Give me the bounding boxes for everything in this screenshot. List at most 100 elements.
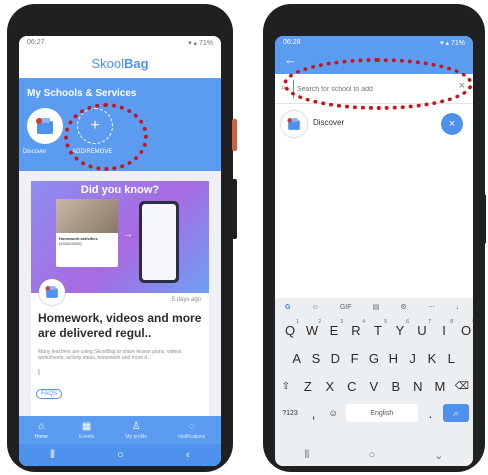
space-key[interactable]: English (345, 404, 418, 422)
gif-button[interactable]: GIF (340, 304, 352, 311)
backspace-key[interactable]: ⌫ (455, 372, 469, 400)
right-home-nav-icon[interactable]: ○ (368, 449, 375, 461)
key-wrapper: O9 (455, 316, 473, 344)
card-heading: Did you know? (80, 184, 160, 196)
key-wrapper: I8 (433, 316, 455, 344)
key-m[interactable]: M (429, 372, 451, 400)
key-wrapper: T5 (367, 316, 389, 344)
google-icon[interactable]: G (285, 304, 290, 311)
tab-notifications-label: Notifications (178, 433, 206, 440)
key-s[interactable]: S (306, 344, 325, 372)
keyboard-hide-icon[interactable]: ⌄ (434, 449, 443, 462)
status-bar: 06:27 ▾ ▴ 71% (19, 36, 221, 50)
keyboard-toolbar: G ☺ GIF ▤ ⚙ ⋯ ♩ (275, 298, 473, 316)
key-x[interactable]: X (319, 372, 341, 400)
clipboard-icon[interactable]: ▤ (373, 303, 380, 311)
discover-tile[interactable] (27, 108, 63, 144)
right-system-nav-bar: ⦀ ○ ⌄ (275, 444, 473, 466)
profile-icon: ♙ (131, 420, 141, 432)
tab-events-label: Events (79, 433, 95, 440)
symbols-key[interactable]: ?123 (279, 399, 301, 427)
back-icon[interactable]: ‹ (186, 449, 190, 461)
discover-tile-label: Discover (23, 149, 47, 155)
discover-avatar-icon (45, 286, 58, 298)
left-screen: 06:27 ▾ ▴ 71% SkoolBag My Schools & Serv… (19, 36, 221, 466)
faqs-tag[interactable]: FAQS (36, 389, 63, 399)
thumbnail-date: (19/02/2020) (59, 241, 82, 246)
period-key[interactable]: . (423, 399, 437, 427)
key-wrapper: E3 (323, 316, 345, 344)
result-label: Discover (313, 118, 345, 127)
section-title: My Schools & Services (27, 88, 137, 99)
search-result-item[interactable]: Discover × (275, 108, 473, 140)
tab-profile[interactable]: ♙ My profile (125, 421, 147, 440)
feed-area: Did you know? Homework activities (19/02… (19, 171, 221, 444)
app-logo: SkoolBag (19, 56, 221, 71)
shift-key[interactable]: ⇧ (279, 372, 293, 400)
discover-icon (36, 118, 53, 134)
more-icon[interactable]: ⋯ (428, 303, 435, 311)
key-wrapper: R4 (345, 316, 367, 344)
logo-text-b: Bag (123, 56, 149, 71)
status-time: 06:27 (27, 39, 45, 46)
thumbnail-photo (56, 199, 118, 233)
key-hint: 1 (296, 319, 299, 325)
key-f[interactable]: F (345, 344, 364, 372)
key-d[interactable]: D (326, 344, 345, 372)
key-hint: 7 (428, 319, 431, 325)
tab-profile-label: My profile (125, 433, 148, 440)
key-n[interactable]: N (407, 372, 429, 400)
comma-key[interactable]: , (307, 399, 321, 427)
tab-home[interactable]: ⌂ Home (35, 421, 48, 440)
settings-icon[interactable]: ⚙ (400, 303, 406, 311)
keyboard-row-2: ASDFGHJKL (275, 344, 473, 372)
bottom-tab-bar: ⌂ Home ▦ Events ♙ My profile ◌ Notificat… (19, 416, 221, 444)
key-a[interactable]: A (287, 344, 306, 372)
key-b[interactable]: B (385, 372, 407, 400)
right-status-time: 06:28 (283, 39, 301, 46)
key-h[interactable]: H (384, 344, 403, 372)
key-l[interactable]: L (442, 344, 461, 372)
search-bar-annotation (283, 58, 473, 110)
sticker-icon[interactable]: ☺ (312, 304, 319, 311)
card-thumbnail: Homework activities (19/02/2020) (56, 199, 118, 267)
left-phone-frame: 06:27 ▾ ▴ 71% SkoolBag My Schools & Serv… (7, 4, 237, 472)
bell-icon: ◌ (188, 420, 195, 432)
key-c[interactable]: C (341, 372, 363, 400)
key-j[interactable]: J (403, 344, 422, 372)
search-key[interactable]: ⌕ (442, 404, 469, 422)
tab-events[interactable]: ▦ Events (79, 421, 94, 440)
recents-icon[interactable]: ⦀ (50, 449, 55, 462)
attachment-icon: ⌇ (37, 368, 41, 377)
power-button (232, 119, 237, 151)
card-banner: Did you know? Homework activities (19/02… (31, 181, 209, 293)
thumbnail-title: Homework activities (59, 236, 98, 241)
key-z[interactable]: Z (297, 372, 319, 400)
app-header: 06:27 ▾ ▴ 71% SkoolBag (19, 36, 221, 78)
tab-home-label: Home (34, 433, 48, 440)
key-v[interactable]: V (363, 372, 385, 400)
key-o[interactable]: O (455, 316, 473, 344)
right-recents-icon[interactable]: ⦀ (305, 449, 310, 462)
status-indicators: ▾ ▴ 71% (188, 40, 213, 47)
key-g[interactable]: G (364, 344, 383, 372)
emoji-key[interactable]: ☺ (326, 399, 340, 427)
card-title: Homework, videos and more are delivered … (38, 311, 202, 340)
back-arrow-icon[interactable]: ← (284, 52, 297, 67)
tab-notifications[interactable]: ◌ Notifications (178, 421, 205, 440)
right-screen: 06:28 ▾ ▴ 71% ← ⌕ × Discover × G ☺ GIF ▤… (275, 36, 473, 466)
key-wrapper: Y6 (389, 316, 411, 344)
right-status-indicators: ▾ ▴ 71% (440, 40, 465, 47)
news-card[interactable]: Did you know? Homework activities (19/02… (31, 181, 209, 441)
card-phone-mockup (139, 201, 179, 283)
key-wrapper: W2 (301, 316, 323, 344)
key-wrapper: U7 (411, 316, 433, 344)
right-side-button (482, 194, 486, 244)
mic-icon[interactable]: ♩ (456, 304, 463, 311)
add-remove-annotation (64, 103, 148, 171)
key-hint: 5 (384, 319, 387, 325)
key-hint: 3 (340, 319, 343, 325)
home-nav-icon[interactable]: ○ (117, 449, 124, 461)
key-k[interactable]: K (422, 344, 441, 372)
remove-result-button[interactable]: × (441, 113, 463, 135)
